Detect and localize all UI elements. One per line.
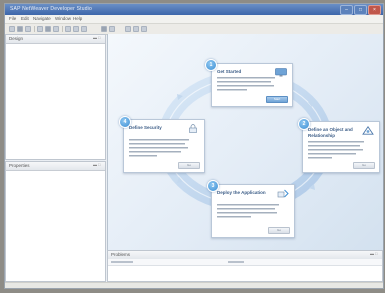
description-text-lines: [129, 139, 189, 157]
print-icon[interactable]: [25, 26, 31, 32]
card-title: Define Security: [129, 125, 162, 130]
objects-icon: [362, 126, 374, 135]
start-button[interactable]: Start: [266, 96, 288, 103]
deploy-icon: [277, 189, 289, 198]
minimize-button[interactable]: –: [340, 5, 353, 15]
deploy-application-card[interactable]: Deploy the Application Go: [211, 184, 295, 238]
card-title: Get Started: [217, 69, 242, 74]
status-bar: [5, 282, 383, 288]
toolbar-separator: [34, 26, 35, 32]
tool-icon[interactable]: [133, 26, 139, 32]
properties-view: Properties ▬ □: [5, 161, 106, 282]
menu-file[interactable]: File: [9, 16, 16, 21]
tool-icon[interactable]: [141, 26, 147, 32]
properties-tab-label: Properties: [9, 163, 30, 168]
step-1-badge: 1: [205, 59, 217, 71]
security-icon: [189, 124, 197, 133]
problems-table-header: [108, 259, 382, 266]
card-description: [308, 141, 366, 160]
maximize-view-icon[interactable]: □: [375, 252, 379, 256]
ide-window: SAP NetWeaver Developer Studio – □ × File …: [4, 3, 384, 289]
step-2-badge: 2: [298, 118, 310, 130]
go-button[interactable]: Go: [353, 162, 375, 169]
define-security-card[interactable]: Define Security Go: [123, 119, 205, 173]
tool-icon[interactable]: [109, 26, 115, 32]
go-button[interactable]: Go: [268, 227, 290, 234]
description-text-lines: [308, 141, 364, 159]
step-4-badge: 4: [119, 116, 131, 128]
toolbar-separator: [62, 26, 63, 32]
define-object-card[interactable]: Define an Object and Relationship Go: [302, 121, 380, 173]
window-controls: – □ ×: [339, 5, 381, 15]
card-title: Define an Object and Relationship: [308, 127, 353, 138]
welcome-page: Get Started Start 1 Define an Object and…: [107, 34, 383, 250]
tool-icon[interactable]: [125, 26, 131, 32]
menu-edit[interactable]: Edit: [21, 16, 29, 21]
menu-navigate[interactable]: Navigate: [33, 16, 51, 21]
step-3-badge: 3: [207, 180, 219, 192]
title-bar[interactable]: SAP NetWeaver Developer Studio – □ ×: [5, 4, 383, 15]
menu-window[interactable]: Window: [55, 16, 71, 21]
menu-bar: File Edit Navigate Window Help: [5, 15, 383, 24]
close-button[interactable]: ×: [368, 5, 381, 15]
description-text-lines: [217, 204, 279, 218]
design-tab-label: Design: [9, 36, 24, 41]
maximize-view-icon[interactable]: □: [98, 163, 102, 167]
perspective-icon[interactable]: [101, 26, 107, 32]
problems-view: Problems ▬ □: [107, 250, 383, 282]
properties-view-tab[interactable]: Properties ▬ □: [6, 162, 105, 171]
get-started-card[interactable]: Get Started Start: [211, 63, 293, 107]
minimize-view-icon[interactable]: ▬: [93, 163, 97, 167]
problems-tab-label: Problems: [111, 252, 131, 257]
card-description: [217, 77, 277, 92]
window-title: SAP NetWeaver Developer Studio: [10, 6, 92, 12]
new-icon[interactable]: [9, 26, 15, 32]
run-icon[interactable]: [45, 26, 51, 32]
design-view: Design ▬ □: [5, 34, 106, 160]
minimize-view-icon[interactable]: ▬: [93, 36, 97, 40]
search-icon[interactable]: [65, 26, 71, 32]
build-icon[interactable]: [37, 26, 43, 32]
menu-help[interactable]: Help: [73, 16, 82, 21]
description-text-lines: [217, 77, 275, 91]
save-icon[interactable]: [17, 26, 23, 32]
design-view-tab[interactable]: Design ▬ □: [6, 35, 105, 44]
minimize-view-icon[interactable]: ▬: [370, 252, 374, 256]
column-header[interactable]: [228, 261, 244, 263]
column-header[interactable]: [111, 261, 133, 263]
forward-icon[interactable]: [81, 26, 87, 32]
debug-icon[interactable]: [53, 26, 59, 32]
card-description: [129, 139, 191, 158]
card-description: [217, 204, 281, 219]
monitor-icon: [275, 68, 287, 77]
card-title: Deploy the Application: [217, 190, 266, 195]
go-button[interactable]: Go: [178, 162, 200, 169]
maximize-button[interactable]: □: [354, 5, 367, 15]
back-icon[interactable]: [73, 26, 79, 32]
maximize-view-icon[interactable]: □: [98, 36, 102, 40]
